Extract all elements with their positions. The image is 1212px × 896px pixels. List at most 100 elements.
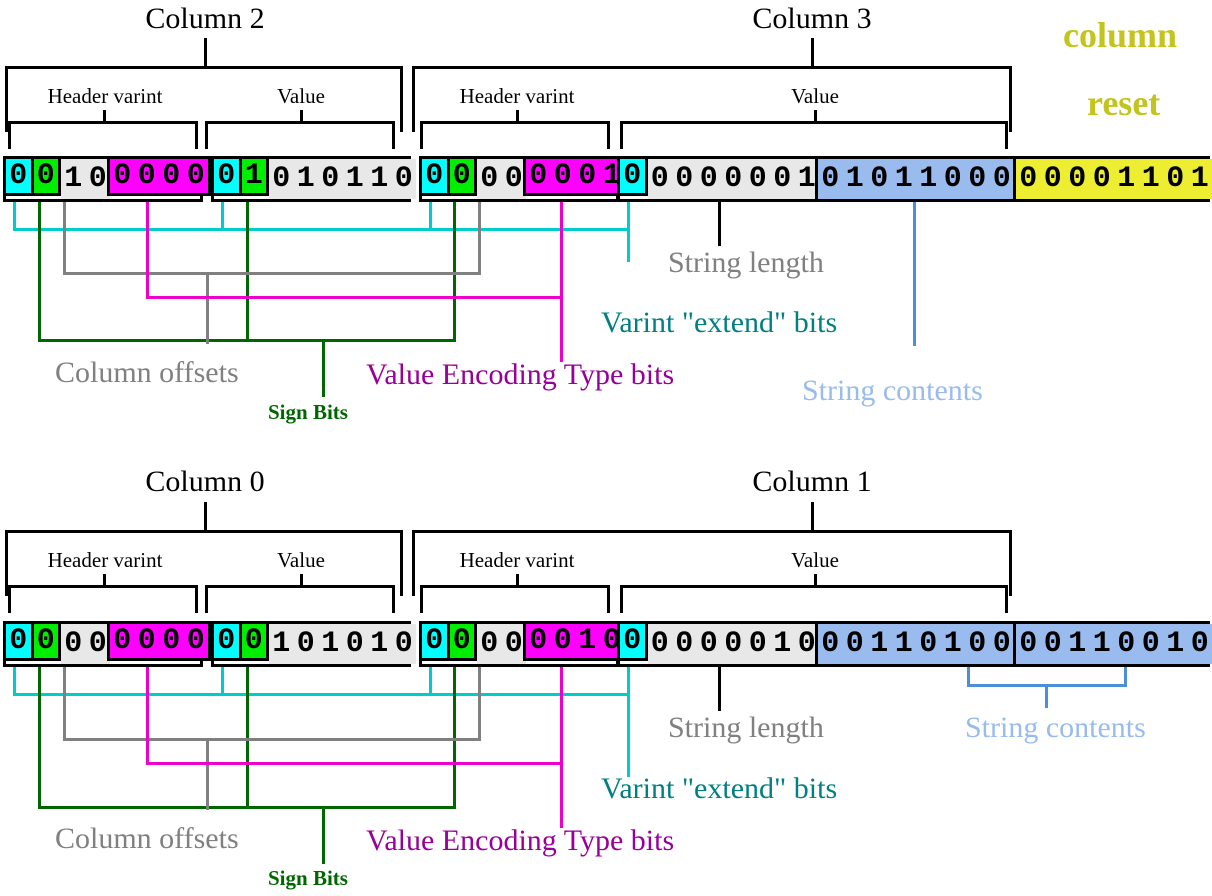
callout-string-contents-bottom: String contents xyxy=(965,711,1146,744)
header-varint-c2-bracket-right xyxy=(195,121,198,149)
callout-sign-bits-bottom: Sign Bits xyxy=(268,866,348,890)
bit-cell: 0 xyxy=(159,624,184,658)
offsets-stub-b0 xyxy=(63,667,66,703)
bit-group-cyan: 0 xyxy=(419,156,450,196)
bit-cell: 0 xyxy=(721,159,746,199)
bit-cell: 0 xyxy=(1114,624,1139,664)
bit-group-gray: 0000001 xyxy=(647,159,819,199)
vet-stub-t1 xyxy=(560,202,563,298)
header-varint-c0-bracket-right xyxy=(195,585,198,613)
byte-top-2: 00000001 xyxy=(419,156,627,202)
bit-group-cyan: 0 xyxy=(211,621,242,661)
sign-stub-b1 xyxy=(246,667,249,757)
bit-cell: 0 xyxy=(33,624,58,658)
vet-bus-top xyxy=(146,296,563,299)
byte-top-3: 00000001 xyxy=(617,156,819,202)
value-c0-bracket-top xyxy=(205,585,395,588)
string-contents-pointer-top xyxy=(913,202,916,346)
bit-group-magenta: 0000 xyxy=(107,156,211,196)
callout-value-encoding-top: Value Encoding Type bits xyxy=(366,358,675,391)
sign-drop-bottom xyxy=(322,806,325,864)
label-header-varint-c1: Header varint xyxy=(459,548,575,572)
bit-cell: 0 xyxy=(214,159,239,193)
bit-cell: 1 xyxy=(1089,624,1114,664)
bit-group-green: 0 xyxy=(30,156,61,196)
bit-group-blue: 00110100 xyxy=(818,624,1014,664)
bit-group-green: 0 xyxy=(238,621,269,661)
bit-cell: 1 xyxy=(916,159,941,199)
offsets-drop-top xyxy=(206,272,209,344)
bit-group-green: 0 xyxy=(446,621,477,661)
bit-cell: 0 xyxy=(422,159,447,193)
bit-group-gray: 101010 xyxy=(269,624,416,664)
bit-cell: 1 xyxy=(867,624,892,664)
column-title-0: Column 0 xyxy=(145,465,265,498)
bit-cell: 0 xyxy=(33,159,58,193)
bit-cell: 0 xyxy=(916,624,941,664)
column-1-bracket-right xyxy=(1009,530,1012,596)
callout-string-length-bottom: String length xyxy=(668,711,824,744)
bit-cell: 1 xyxy=(1065,624,1090,664)
bit-cell: 0 xyxy=(647,159,672,199)
value-c1-bracket-left xyxy=(620,585,623,613)
bit-cell: 0 xyxy=(1065,159,1090,199)
value-c2-bracket-left xyxy=(205,121,208,149)
bit-cell: 0 xyxy=(818,624,843,664)
sign-drop-top xyxy=(322,339,325,397)
bit-cell: 0 xyxy=(134,624,159,658)
column-reset-note-line1: column xyxy=(1063,15,1178,55)
bit-group-cyan: 0 xyxy=(419,621,450,661)
label-value-c1: Value xyxy=(791,548,839,572)
bit-cell: 0 xyxy=(620,624,645,658)
bit-cell: 0 xyxy=(867,159,892,199)
vet-drop-top xyxy=(560,296,563,362)
column-title-2: Column 2 xyxy=(145,2,265,35)
bit-cell: 1 xyxy=(891,624,916,664)
vet-stub-b0 xyxy=(146,667,149,763)
vet-stub-t0 xyxy=(146,202,149,298)
diagram-canvas: Column 2 Column 3 column reset Header va… xyxy=(0,0,1212,896)
extend-stub-b2 xyxy=(429,667,432,695)
bit-cell: 0 xyxy=(965,159,990,199)
bit-group-magenta: 0000 xyxy=(107,621,211,661)
callout-varint-extend-bottom: Varint "extend" bits xyxy=(601,772,838,805)
bit-cell: 0 xyxy=(575,159,600,193)
extend-stub-b1 xyxy=(221,667,224,695)
bit-cell: 0 xyxy=(110,624,135,658)
offsets-stub-t1 xyxy=(478,202,481,238)
string-contents-bracket-right-bottom xyxy=(1124,667,1127,687)
bit-group-cyan: 0 xyxy=(3,621,34,661)
column-3-title-stem xyxy=(811,38,814,68)
bit-cell: 0 xyxy=(391,624,416,664)
header-varint-c0-bracket-left xyxy=(8,585,11,613)
byte-top-4: 01011000 xyxy=(815,156,1015,202)
bit-cell: 0 xyxy=(620,159,645,193)
byte-bottom-1: 00101010 xyxy=(211,621,416,667)
bit-group-cyan: 0 xyxy=(617,621,648,661)
bit-cell: 0 xyxy=(965,624,990,664)
callout-value-encoding-bottom: Value Encoding Type bits xyxy=(366,824,675,857)
bit-group-magenta: 0001 xyxy=(523,156,627,196)
bit-cell: 0 xyxy=(134,159,159,193)
sign-stub-t2 xyxy=(453,202,456,292)
bit-cell: 1 xyxy=(1187,159,1212,199)
byte-bottom-4: 00110100 xyxy=(815,621,1015,667)
label-header-varint-c0: Header varint xyxy=(47,548,163,572)
bit-cell: 1 xyxy=(293,159,318,199)
header-varint-c2-bracket-left xyxy=(8,121,11,149)
bit-cell: 0 xyxy=(842,624,867,664)
bit-cell: 1 xyxy=(842,159,867,199)
string-contents-bracket-left-bottom xyxy=(967,667,970,687)
value-c0-bracket-right xyxy=(392,585,395,613)
bit-cell: 1 xyxy=(61,159,86,199)
bit-cell: 0 xyxy=(6,624,31,658)
bit-cell: 0 xyxy=(770,159,795,199)
bit-cell: 1 xyxy=(1138,159,1163,199)
column-1-bracket-left xyxy=(412,530,415,596)
value-c3-bracket-left xyxy=(620,121,623,149)
bit-group-yellow: 00001101 xyxy=(1016,159,1212,199)
bit-cell: 1 xyxy=(342,159,367,199)
bit-cell: 0 xyxy=(449,624,474,658)
bit-cell: 1 xyxy=(241,159,266,193)
bit-cell: 0 xyxy=(1089,159,1114,199)
